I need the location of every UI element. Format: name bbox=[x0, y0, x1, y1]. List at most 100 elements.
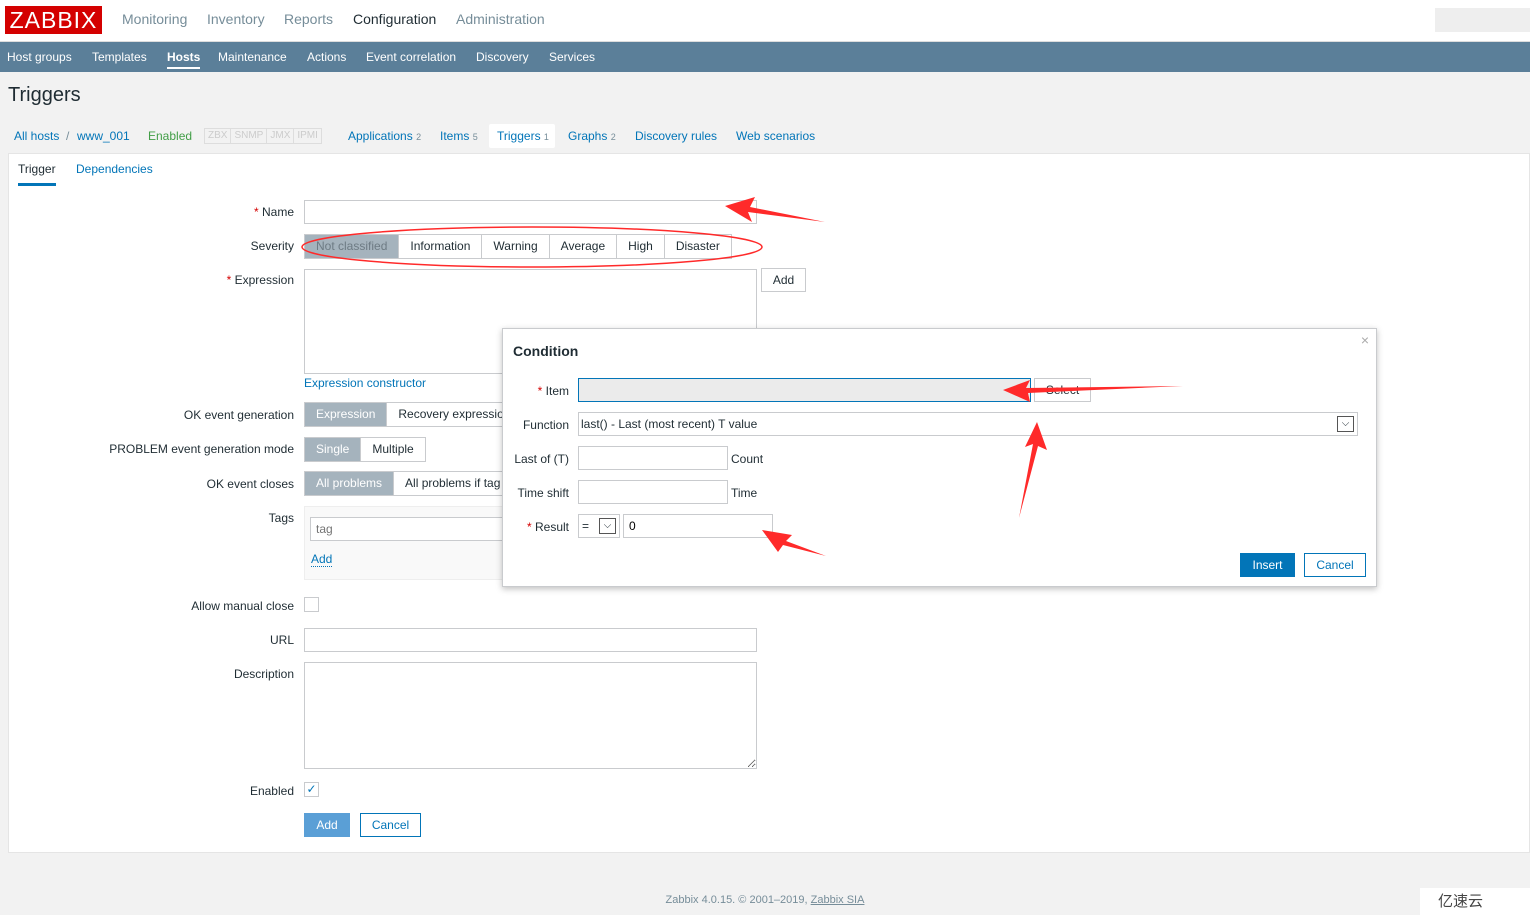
badge-snmp: SNMP bbox=[231, 129, 268, 143]
severity-disaster[interactable]: Disaster bbox=[664, 235, 731, 258]
breadcrumb-host[interactable]: www_001 bbox=[77, 129, 130, 143]
ok-closes-label: OK event closes bbox=[206, 477, 294, 491]
severity-selector: Not classified Information Warning Avera… bbox=[304, 234, 732, 259]
item-label: * Item bbox=[537, 384, 569, 398]
submenu-services[interactable]: Services bbox=[549, 50, 595, 64]
ok-closes-all[interactable]: All problems bbox=[305, 472, 395, 495]
close-icon[interactable]: × bbox=[1361, 332, 1369, 348]
description-textarea[interactable] bbox=[304, 662, 757, 769]
label: Graphs bbox=[568, 129, 608, 143]
severity-information[interactable]: Information bbox=[399, 235, 483, 258]
insert-button[interactable]: Insert bbox=[1240, 553, 1295, 577]
last-of-unit: Count bbox=[731, 452, 764, 466]
problem-mode-multiple[interactable]: Multiple bbox=[361, 438, 425, 461]
ok-event-selector: Expression Recovery expression bbox=[304, 402, 523, 427]
tags-add-link[interactable]: Add bbox=[311, 552, 333, 567]
ok-event-expression[interactable]: Expression bbox=[305, 403, 388, 426]
item-select-button[interactable]: Select bbox=[1034, 378, 1091, 402]
form-add-button[interactable]: Add bbox=[304, 813, 350, 837]
breadcrumb-triggers[interactable]: Triggers 1 bbox=[497, 129, 549, 143]
severity-high[interactable]: High bbox=[617, 235, 665, 258]
last-of-input[interactable] bbox=[578, 446, 728, 470]
count: 1 bbox=[543, 132, 549, 142]
ok-closes-selector: All problems All problems if tag bbox=[304, 471, 513, 496]
severity-warning[interactable]: Warning bbox=[482, 235, 550, 258]
menu-administration[interactable]: Administration bbox=[456, 11, 545, 27]
menu-inventory[interactable]: Inventory bbox=[207, 11, 265, 27]
result-label: * Result bbox=[526, 520, 569, 534]
breadcrumb-all-hosts[interactable]: All hosts bbox=[14, 129, 59, 143]
search-input[interactable] bbox=[1435, 8, 1530, 32]
breadcrumb-sep: / bbox=[66, 129, 70, 143]
count: 5 bbox=[472, 132, 478, 142]
availability-badges: ZBX SNMP JMX IPMI bbox=[204, 128, 322, 144]
breadcrumb-web-scenarios[interactable]: Web scenarios bbox=[736, 129, 815, 143]
breadcrumb-applications[interactable]: Applications 2 bbox=[348, 129, 421, 143]
severity-average[interactable]: Average bbox=[549, 235, 618, 258]
tag-input[interactable] bbox=[310, 517, 510, 541]
breadcrumb-graphs[interactable]: Graphs 2 bbox=[568, 129, 616, 143]
name-label: * Name bbox=[253, 205, 294, 219]
tab-trigger[interactable]: Trigger bbox=[18, 162, 56, 186]
chevron-down-icon: ⌵ bbox=[599, 518, 616, 534]
ok-closes-tag[interactable]: All problems if tag bbox=[394, 472, 512, 495]
tab-dependencies[interactable]: Dependencies bbox=[76, 162, 153, 176]
tags-label: Tags bbox=[268, 511, 294, 525]
last-of-label: Last of (T) bbox=[514, 452, 569, 466]
result-operator-select[interactable]: = ⌵ bbox=[578, 514, 620, 538]
chevron-down-icon: ⌵ bbox=[1337, 416, 1354, 432]
url-input[interactable] bbox=[304, 628, 757, 652]
enabled-checkbox[interactable]: ✓ bbox=[304, 782, 319, 797]
function-label: Function bbox=[522, 418, 569, 432]
form-cancel-button[interactable]: Cancel bbox=[360, 813, 421, 837]
severity-not-classified[interactable]: Not classified bbox=[305, 235, 400, 258]
submenu-host-groups[interactable]: Host groups bbox=[7, 50, 72, 64]
description-label: Description bbox=[233, 667, 294, 681]
menu-reports[interactable]: Reports bbox=[284, 11, 333, 27]
page-title: Triggers bbox=[8, 84, 81, 106]
time-shift-label: Time shift bbox=[517, 486, 569, 500]
operator-value: = bbox=[582, 519, 590, 533]
ok-event-label: OK event generation bbox=[183, 408, 294, 422]
name-input[interactable] bbox=[304, 200, 757, 224]
watermark: 亿速云 bbox=[1420, 888, 1530, 915]
menu-monitoring[interactable]: Monitoring bbox=[122, 11, 187, 27]
result-value-input[interactable] bbox=[623, 514, 773, 538]
host-status[interactable]: Enabled bbox=[148, 129, 192, 143]
enabled-label: Enabled bbox=[249, 784, 294, 798]
badge-zbx: ZBX bbox=[205, 129, 232, 143]
footer: Zabbix 4.0.15. © 2001–2019, Zabbix SIA bbox=[0, 894, 1530, 906]
expression-constructor-link[interactable]: Expression constructor bbox=[304, 376, 426, 390]
label: Triggers bbox=[497, 129, 541, 143]
item-input[interactable] bbox=[578, 378, 1031, 402]
function-select[interactable]: last() - Last (most recent) T value ⌵ bbox=[578, 412, 1358, 436]
problem-mode-single[interactable]: Single bbox=[305, 438, 362, 461]
footer-link[interactable]: Zabbix SIA bbox=[811, 894, 865, 906]
badge-jmx: JMX bbox=[267, 129, 295, 143]
url-label: URL bbox=[269, 633, 294, 647]
expression-add-button[interactable]: Add bbox=[761, 268, 806, 292]
function-value: last() - Last (most recent) T value bbox=[581, 417, 758, 431]
submenu-discovery[interactable]: Discovery bbox=[476, 50, 529, 64]
submenu-actions[interactable]: Actions bbox=[307, 50, 346, 64]
zabbix-logo[interactable]: ZABBIX bbox=[5, 6, 102, 34]
time-shift-input[interactable] bbox=[578, 480, 728, 504]
manual-close-checkbox[interactable] bbox=[304, 597, 319, 612]
footer-text: Zabbix 4.0.15. © 2001–2019, bbox=[665, 894, 811, 906]
label: Applications bbox=[348, 129, 413, 143]
condition-dialog: Condition × * Item Select Function last(… bbox=[502, 328, 1377, 587]
submenu-event-correlation[interactable]: Event correlation bbox=[366, 50, 456, 64]
badge-ipmi: IPMI bbox=[297, 130, 318, 141]
breadcrumb-items[interactable]: Items 5 bbox=[440, 129, 478, 143]
submenu-maintenance[interactable]: Maintenance bbox=[218, 50, 287, 64]
menu-configuration[interactable]: Configuration bbox=[353, 11, 436, 27]
submenu-templates[interactable]: Templates bbox=[92, 50, 147, 64]
dialog-cancel-button[interactable]: Cancel bbox=[1304, 553, 1366, 577]
count: 2 bbox=[610, 132, 616, 142]
dialog-title: Condition bbox=[513, 343, 579, 359]
breadcrumb-discovery-rules[interactable]: Discovery rules bbox=[635, 129, 717, 143]
severity-label: Severity bbox=[250, 239, 294, 253]
time-shift-unit: Time bbox=[731, 486, 758, 500]
count: 2 bbox=[416, 132, 422, 142]
submenu-hosts[interactable]: Hosts bbox=[167, 50, 201, 69]
